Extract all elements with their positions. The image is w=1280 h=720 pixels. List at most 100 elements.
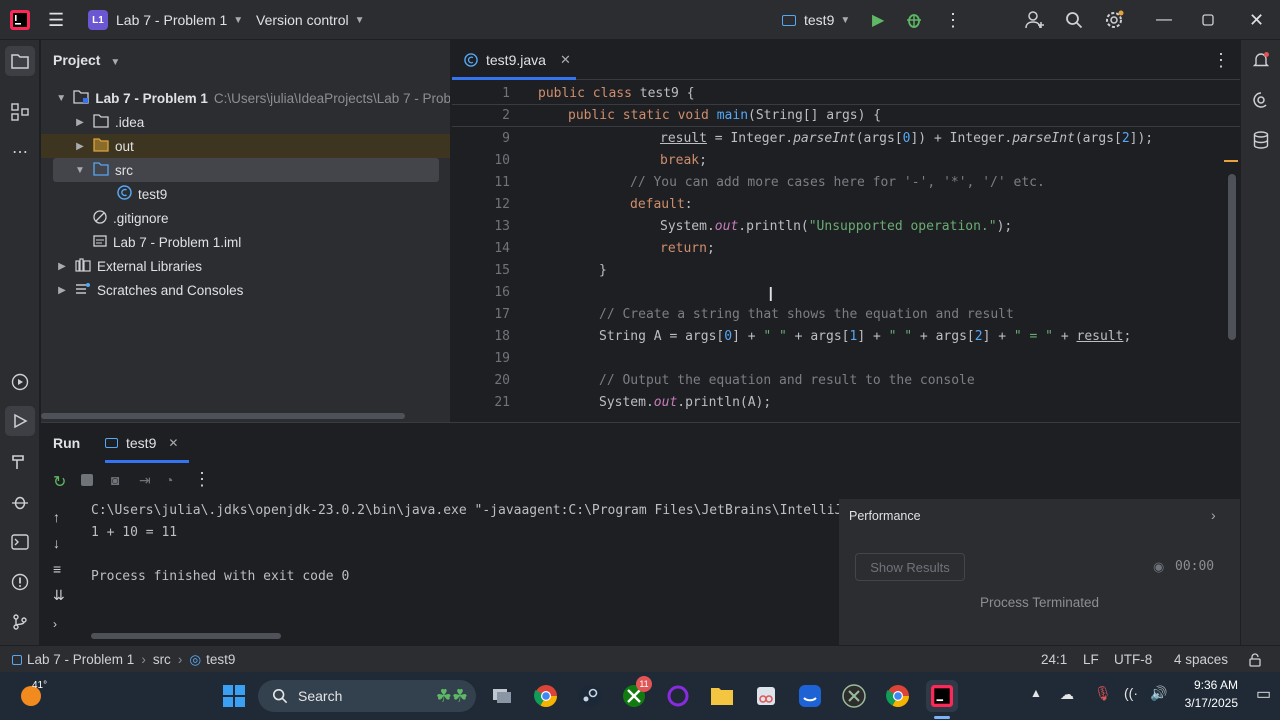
project-selector[interactable]: L1 Lab 7 - Problem 1 ▼ [88,0,243,40]
run-tool-icon[interactable] [5,406,35,436]
camera-icon[interactable]: ◙ [111,472,119,488]
taskbar-search[interactable]: Search ☘☘ [258,680,476,712]
file-encoding[interactable]: UTF-8 [1114,646,1152,673]
build-hammer-icon[interactable] [8,450,32,474]
intellij-taskbar-icon[interactable] [926,680,958,712]
tree-item-project-root[interactable]: ▼ Lab 7 - Problem 1 C:\Users\julia\IdeaP… [41,86,450,110]
config-icon [782,14,796,26]
main-menu-icon[interactable]: ☰ [48,0,64,40]
active-tab-indicator [452,77,576,80]
chevron-down-icon[interactable]: ▼ [73,165,87,176]
close-tab-icon[interactable]: ✕ [168,436,178,450]
chrome-profile-icon[interactable] [882,680,914,712]
breadcrumb-item[interactable]: Lab 7 - Problem 1 [27,652,134,667]
editor-vertical-scrollbar[interactable] [1228,174,1236,340]
project-horizontal-scrollbar[interactable] [41,413,405,419]
structure-icon[interactable] [8,100,32,124]
project-panel-header[interactable]: Project ▼ [53,52,120,68]
tree-item-gitignore[interactable]: .gitignore [41,206,450,230]
chevron-right-icon[interactable]: ▶ [55,261,69,272]
profiler-icon[interactable]: ◔ [165,472,173,488]
more-tools-icon[interactable]: ⋯ [8,140,32,164]
wifi-icon[interactable]: ((· [1124,685,1138,701]
volume-icon[interactable]: 🔊 [1150,685,1167,702]
microphone-icon[interactable]: 🎙 [1094,685,1112,702]
more-actions-icon[interactable]: ⋮ [944,0,962,40]
snipping-tool-icon[interactable] [750,680,782,712]
stop-icon[interactable] [81,474,93,486]
chevron-right-icon[interactable]: ▶ [73,117,87,128]
run-icon[interactable]: ▶ [872,0,884,40]
run-tab-label: test9 [126,435,157,451]
notification-center-icon[interactable]: ▭ [1256,684,1271,704]
breadcrumb-item[interactable]: test9 [206,652,235,667]
tree-item-out[interactable]: ▶ out [41,134,450,158]
database-icon[interactable] [1249,128,1273,152]
terminal-icon[interactable] [8,530,32,554]
show-results-button[interactable]: Show Results [855,553,965,581]
app-ring-icon[interactable] [662,680,694,712]
debug-icon[interactable] [905,0,923,40]
rerun-icon[interactable]: ↻ [53,472,66,492]
chevron-right-icon[interactable]: › [1211,507,1216,523]
tree-item-iml[interactable]: Lab 7 - Problem 1.iml [41,230,450,254]
add-user-icon[interactable] [1025,0,1045,40]
onedrive-icon[interactable]: ☁ [1060,686,1074,703]
cursor-position[interactable]: 24:1 [1041,646,1067,673]
xbox-app-icon[interactable] [838,680,870,712]
maximize-icon[interactable] [1202,0,1214,40]
run-config-selector[interactable]: test9 ▼ [782,0,850,40]
tree-item-scratches[interactable]: ▶ Scratches and Consoles [41,278,450,302]
run-panel-title[interactable]: Run [53,435,80,451]
line-number: 18 [494,328,510,344]
debug-bug-icon[interactable] [8,490,32,514]
minimize-icon[interactable]: — [1156,0,1172,40]
chevron-down-icon[interactable]: ▼ [55,93,67,104]
task-view-icon[interactable] [486,680,518,712]
close-window-icon[interactable]: ✕ [1249,0,1264,40]
project-panel: Project ▼ ▼ Lab 7 - Problem 1 C:\Users\j… [41,40,451,422]
ai-assistant-icon[interactable] [1249,88,1273,112]
tab-options-icon[interactable]: ⋮ [1212,50,1230,71]
lock-icon[interactable] [1248,646,1262,673]
problems-icon[interactable] [8,570,32,594]
services-icon[interactable] [8,370,32,394]
editor-tab-test9[interactable]: test9.java ✕ [464,40,571,80]
settings-gear-icon[interactable] [1104,0,1124,40]
chevron-right-icon[interactable]: ▶ [73,141,87,152]
chat-app-icon[interactable] [794,680,826,712]
windows-start-icon[interactable] [218,680,250,712]
line-separator[interactable]: LF [1083,646,1099,673]
tree-item-idea[interactable]: ▶ .idea [41,110,450,134]
code-editor[interactable]: test9.java ✕ ⋮ ⚠ 2 ▲ ▼ 1 public class te… [452,40,1240,422]
tree-item-external-libraries[interactable]: ▶ External Libraries [41,254,450,278]
clock-time[interactable]: 9:36 AM [1166,678,1238,692]
console-horizontal-scrollbar[interactable] [91,633,281,639]
chevron-right-icon[interactable]: ▶ [55,285,69,296]
more-options-icon[interactable]: ⋮ [193,469,211,490]
right-tool-strip [1240,40,1280,645]
steam-icon[interactable] [574,680,606,712]
git-icon[interactable] [8,610,32,634]
close-tab-icon[interactable]: ✕ [560,52,571,68]
warning-scroll-marker[interactable] [1224,160,1238,162]
indent-setting[interactable]: 4 spaces [1174,646,1228,673]
chrome-icon[interactable] [530,680,562,712]
run-tab-test9[interactable]: test9 ✕ [105,423,178,463]
file-explorer-icon[interactable] [706,680,738,712]
tree-item-test9[interactable]: test9 [41,182,450,206]
search-icon[interactable] [1065,0,1083,40]
breadcrumb-item[interactable]: src [153,652,171,667]
exit-icon[interactable]: ⇥ [139,472,151,489]
line-number: 10 [494,152,510,168]
clock-date[interactable]: 3/17/2025 [1166,696,1238,710]
project-panel-title: Project [53,52,101,68]
notifications-bell-icon[interactable] [1249,48,1273,72]
project-folder-icon[interactable] [5,46,35,76]
chevron-up-icon[interactable]: ▲ [1030,686,1042,700]
tree-item-src[interactable]: ▼ src [53,158,439,182]
version-control-menu[interactable]: Version control ▼ [256,0,365,40]
xbox-icon[interactable]: 11 [618,676,652,712]
console-output[interactable]: C:\Users\julia\.jdks\openjdk-23.0.2\bin\… [41,499,858,646]
intellij-logo-icon[interactable] [10,0,30,40]
